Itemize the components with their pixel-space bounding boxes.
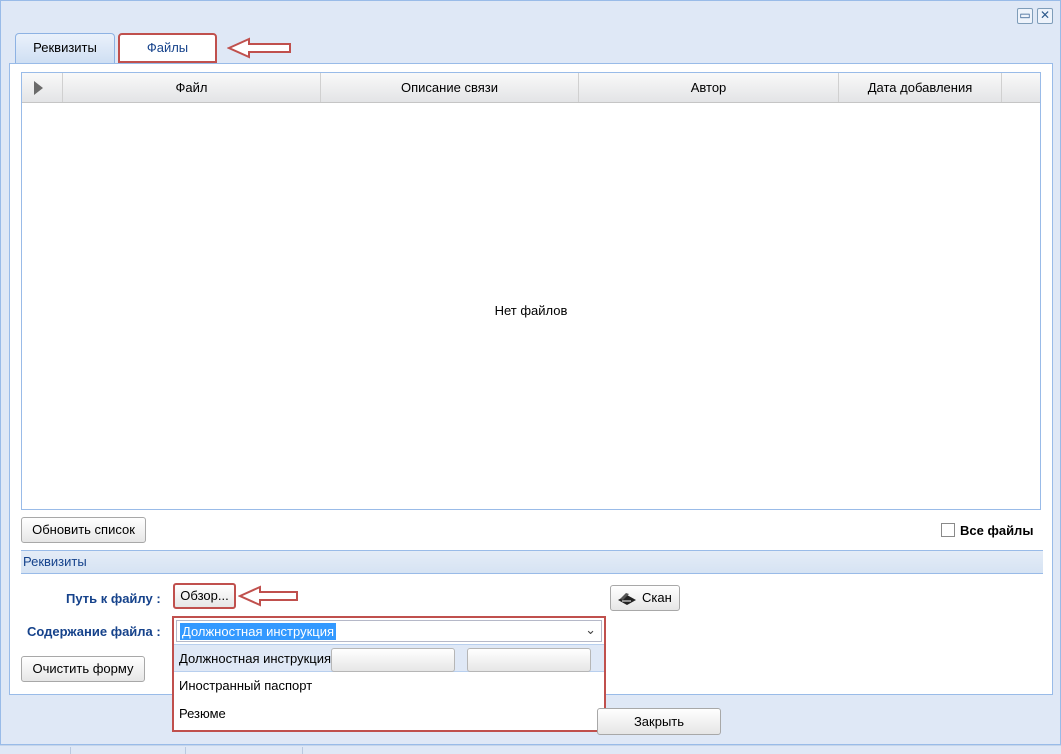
files-panel: Файл Описание связи Автор Дата добавлени… [9,63,1053,732]
triangle-right-icon [34,81,43,95]
footer-button-hidden[interactable] [467,648,591,672]
expand-toggle[interactable] [22,73,63,102]
files-grid: Файл Описание связи Автор Дата добавлени… [21,72,1041,510]
scan-button[interactable]: Скан [610,585,680,611]
tab-files[interactable]: Файлы [118,33,217,63]
file-path-label: Путь к файлу : [66,591,161,606]
grid-header: Файл Описание связи Автор Дата добавлени… [22,73,1040,103]
combo-option[interactable]: Резюме [174,700,604,728]
taskbar-item[interactable] [70,747,180,754]
scanner-icon [618,593,636,605]
all-files-label: Все файлы [960,523,1034,538]
combo-option[interactable]: Иностранный паспорт [174,672,604,700]
annotation-arrow-left-icon [227,37,291,59]
restore-icon[interactable]: ▭ [1017,8,1033,24]
section-header: Реквизиты [21,550,1043,574]
column-header-description[interactable]: Описание связи [321,73,579,102]
checkbox-icon[interactable] [941,523,955,537]
file-content-label: Содержание файла : [27,624,161,639]
combo-selected-value: Должностная инструкция [180,623,337,640]
chevron-down-icon[interactable]: ⌄ [585,622,596,638]
tab-rekvizity[interactable]: Реквизиты [15,33,115,63]
scan-label: Скан [642,590,672,605]
refresh-list-button[interactable]: Обновить список [21,517,146,543]
annotation-arrow-left-icon [238,585,298,607]
taskbar-item[interactable] [185,747,297,754]
all-files-checkbox[interactable]: Все файлы [941,523,1033,538]
column-header-author[interactable]: Автор [579,73,839,102]
dialog-window: ▭ ✕ Реквизиты Файлы Файл Описание связи … [0,0,1061,745]
close-icon[interactable]: ✕ [1037,8,1053,24]
close-button[interactable]: Закрыть [597,708,721,735]
taskbar-item[interactable] [302,747,402,754]
browse-button[interactable]: Обзор... [173,583,236,609]
column-header-file[interactable]: Файл [63,73,321,102]
empty-message: Нет файлов [494,303,568,318]
column-header-date[interactable]: Дата добавления [839,73,1002,102]
file-content-combobox[interactable]: Должностная инструкция ⌄ Должностная инс… [172,616,606,732]
combo-field[interactable]: Должностная инструкция ⌄ [176,620,602,642]
clear-form-button[interactable]: Очистить форму [21,656,145,682]
taskbar [0,745,1061,754]
footer-button-hidden[interactable] [331,648,455,672]
